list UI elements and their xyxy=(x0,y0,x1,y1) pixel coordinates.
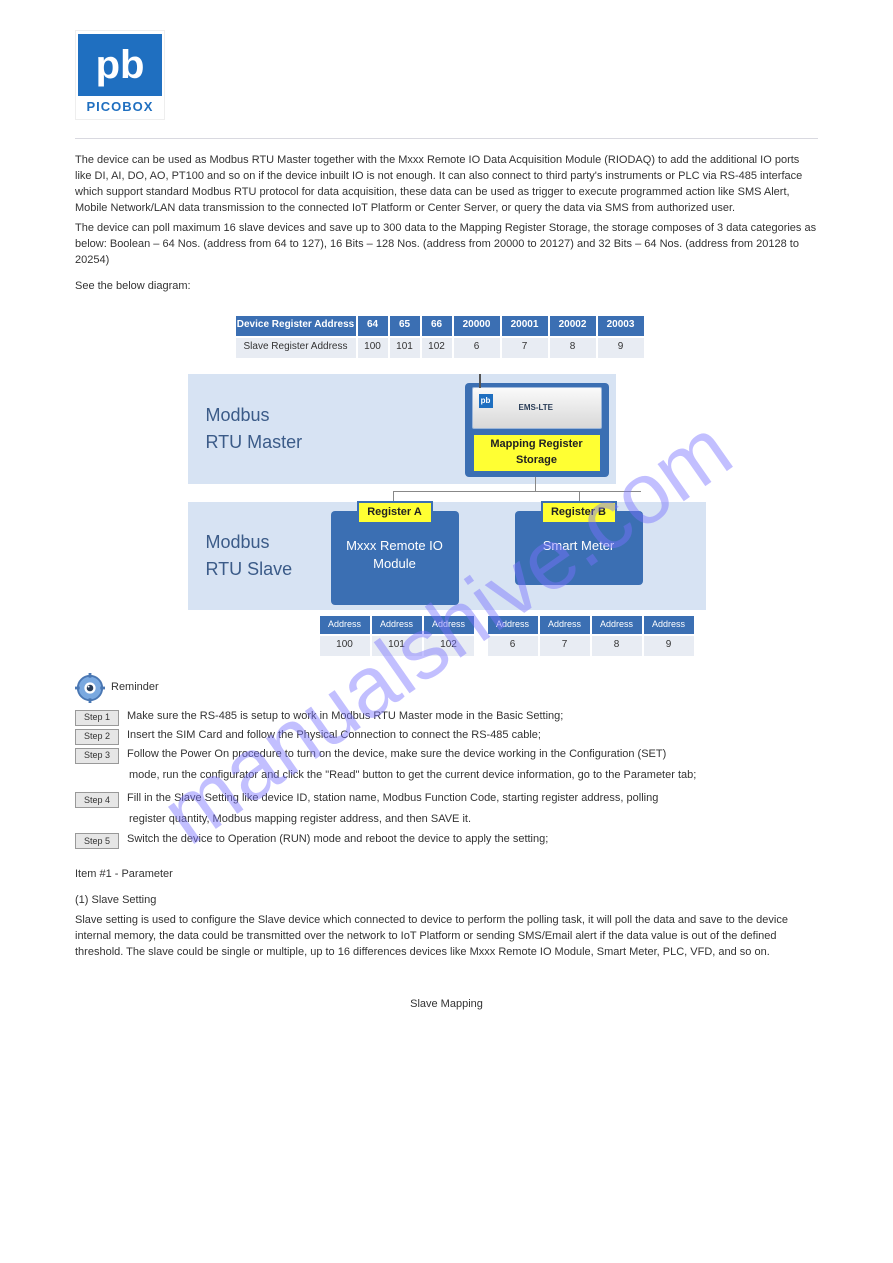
gear-icon xyxy=(75,673,105,703)
register-b-label: Register B xyxy=(541,501,617,525)
step-1: Step 1 Make sure the RS-485 is setup to … xyxy=(75,709,818,726)
item-heading: Item #1 - Parameter xyxy=(75,867,818,883)
step-5: Step 5 Switch the device to Operation (R… xyxy=(75,832,818,849)
figure-caption: Slave Mapping xyxy=(75,997,818,1013)
step-2: Step 2 Insert the SIM Card and follow th… xyxy=(75,728,818,745)
step-4: Step 4 Fill in the Slave Setting like de… xyxy=(75,791,818,808)
header-divider xyxy=(75,138,818,139)
slave-b-addr-table: Address6 Address7 Address8 Address9 xyxy=(487,615,695,657)
brand-logo: pb PICOBOX xyxy=(75,30,165,120)
mapping-storage-label: Mapping Register Storage xyxy=(472,433,602,473)
slave-a-addr-table: Address100 Address101 Address102 xyxy=(319,615,475,657)
table-header: Device Register Address xyxy=(235,315,357,337)
intro-paragraph-3: See the below diagram: xyxy=(75,279,818,295)
step-4-cont: register quantity, Modbus mapping regist… xyxy=(129,812,818,828)
step-badge: Step 2 xyxy=(75,729,119,745)
logo-mark: pb xyxy=(78,34,162,96)
step-badge: Step 1 xyxy=(75,710,119,726)
slave-b-unit: Register B Smart Meter xyxy=(515,511,643,585)
slave-setting-body: Slave setting is used to configure the S… xyxy=(75,913,818,961)
step-badge: Step 3 xyxy=(75,748,119,764)
architecture-diagram: Device Register Address 64 65 66 20000 2… xyxy=(75,315,818,655)
reminder-label: Reminder xyxy=(111,680,159,696)
register-mapping-table: Device Register Address 64 65 66 20000 2… xyxy=(235,315,645,359)
step-badge: Step 5 xyxy=(75,833,119,849)
step-3: Step 3 Follow the Power On procedure to … xyxy=(75,747,818,764)
step-badge: Step 4 xyxy=(75,792,119,808)
intro-paragraph-2: The device can poll maximum 16 slave dev… xyxy=(75,221,818,269)
intro-paragraph-1: The device can be used as Modbus RTU Mas… xyxy=(75,153,818,217)
device-photo: pb EMS-LTE xyxy=(472,387,602,429)
slave-a-unit: Register A Mxxx Remote IO Module xyxy=(331,511,459,605)
main-device-unit: pb EMS-LTE Mapping Register Storage xyxy=(465,383,609,477)
register-a-label: Register A xyxy=(357,501,433,525)
logo-brand: PICOBOX xyxy=(87,98,154,117)
step-3-cont: mode, run the configurator and click the… xyxy=(129,768,818,784)
slave-setting-heading: (1) Slave Setting xyxy=(75,893,818,909)
